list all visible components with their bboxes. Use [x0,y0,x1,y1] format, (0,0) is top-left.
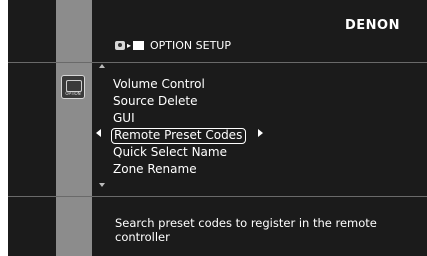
setup-gear-icon [115,41,125,50]
divider-bottom [8,196,427,197]
help-description: Search preset codes to register in the r… [115,216,377,244]
menu-item-gui[interactable]: GUI [113,110,248,127]
menu-item-remote-preset-codes[interactable]: Remote Preset Codes [111,127,247,144]
menu-item-zone-rename[interactable]: Zone Rename [113,161,248,178]
divider-top [8,62,427,63]
scroll-up-icon[interactable] [99,64,105,68]
option-menu-list: Volume Control Source Delete GUI Remote … [111,76,248,178]
menu-item-quick-select-name[interactable]: Quick Select Name [113,144,248,161]
screen-icon [133,41,145,50]
page-title: ▸ OPTION SETUP [115,39,231,52]
left-arrow-icon[interactable] [96,129,101,137]
brand-logo: DENON [345,18,400,33]
option-icon-label: OPTION [65,91,81,96]
separator-arrow-icon: ▸ [127,41,132,50]
right-arrow-icon[interactable] [258,129,263,137]
menu-item-volume-control[interactable]: Volume Control [113,76,248,93]
option-category-icon: OPTION [61,75,85,99]
menu-item-source-delete[interactable]: Source Delete [113,93,248,110]
selected-item-label: Remote Preset Codes [111,128,247,144]
page-title-text: OPTION SETUP [150,39,231,52]
scroll-down-icon[interactable] [99,183,105,187]
osd-screen: DENON ▸ OPTION SETUP OPTION Volume Contr… [8,0,427,256]
sidebar-strip [56,0,92,256]
